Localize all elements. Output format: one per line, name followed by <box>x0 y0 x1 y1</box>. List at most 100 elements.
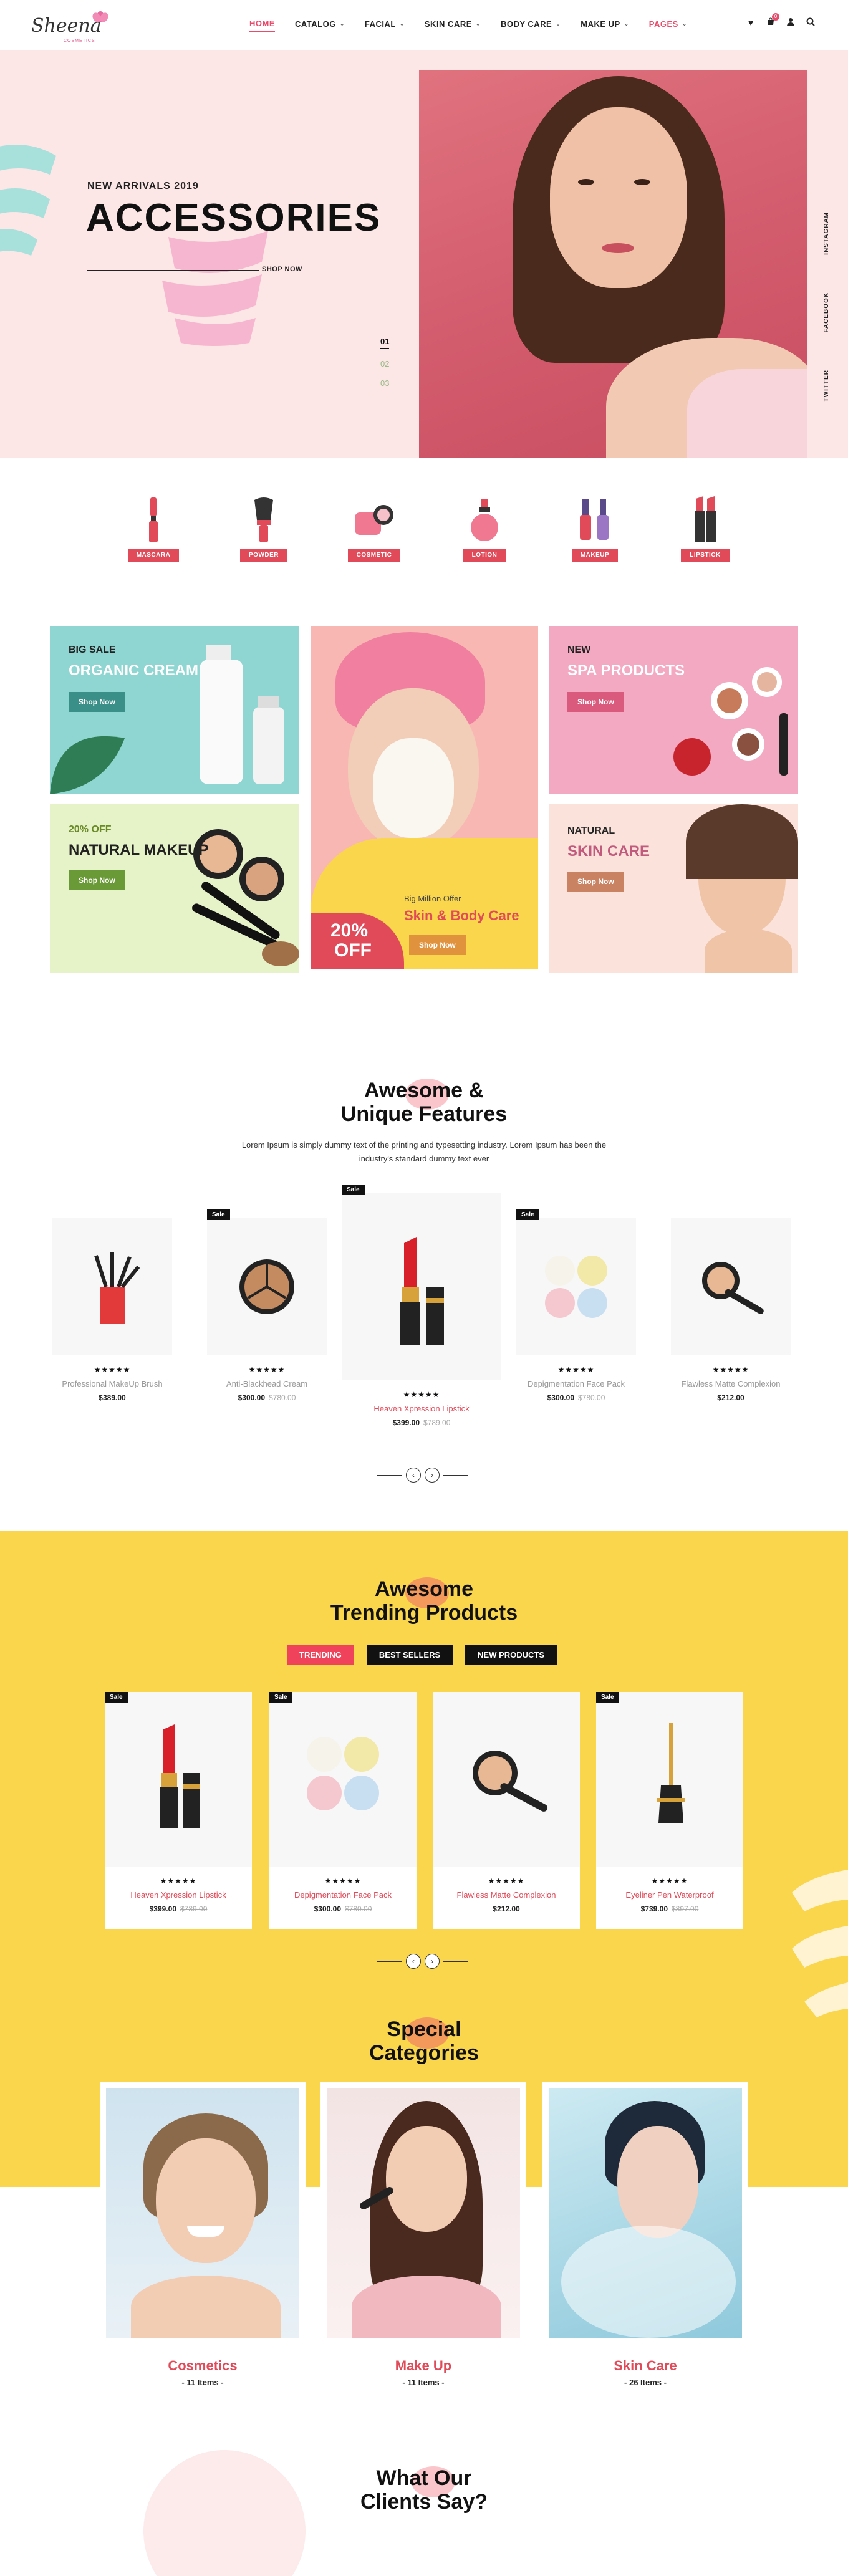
tab-trending[interactable]: TRENDING <box>287 1645 354 1665</box>
current-price: $399.00 <box>392 1418 420 1427</box>
product-name[interactable]: Flawless Matte Complexion <box>433 1890 580 1900</box>
category-image[interactable] <box>542 2082 748 2344</box>
product-image[interactable]: Sale <box>207 1209 327 1355</box>
slide-indicator-3[interactable]: 03 <box>380 378 389 388</box>
product-image[interactable] <box>52 1218 172 1355</box>
shop-now-button[interactable]: Shop Now <box>567 692 624 712</box>
slide-indicator-2[interactable]: 02 <box>380 359 389 368</box>
category-label: COSMETIC <box>347 549 401 562</box>
product-image[interactable]: Sale <box>596 1692 743 1867</box>
banner-spa-products[interactable]: NEW SPA PRODUCTS Shop Now <box>549 626 798 794</box>
banner-natural-makeup[interactable]: 20% OFF NATURAL MAKEUP Shop Now <box>50 804 299 973</box>
category-card-cosmetics[interactable]: Cosmetics - 11 Items - <box>100 2082 306 2387</box>
category-makeup[interactable]: MAKEUP <box>564 495 626 562</box>
banner-subtitle: BIG SALE <box>69 645 116 655</box>
product-name[interactable]: Anti-Blackhead Cream <box>207 1379 327 1388</box>
product-card[interactable]: Sale ★★★★★ Depigmentation Face Pack $300… <box>269 1692 417 1929</box>
banner-title: SKIN CARE <box>567 843 650 860</box>
brand-logo[interactable]: Sheena COSMETICS <box>31 6 112 44</box>
nav-pages[interactable]: PAGES ⌄ <box>649 19 687 32</box>
rating-stars: ★★★★★ <box>557 1365 595 1374</box>
product-card[interactable]: Sale ★★★★★ Eyeliner Pen Waterproof $739.… <box>596 1692 743 1929</box>
nav-catalog[interactable]: CATALOG ⌄ <box>295 19 345 32</box>
search-icon[interactable] <box>806 17 816 27</box>
nav-skin-care-label: SKIN CARE <box>424 19 472 29</box>
discount-percent: 20% <box>330 920 369 941</box>
product-price: $399.00 $789.00 <box>342 1418 501 1427</box>
nav-facial[interactable]: FACIAL ⌄ <box>365 19 405 32</box>
banner-skin-body-care[interactable]: 20% OFF Big Million Offer Skin & Body Ca… <box>311 626 538 969</box>
carousel-controls: ‹ › <box>377 1954 468 1969</box>
product-image[interactable]: Sale <box>342 1185 501 1380</box>
category-cosmetic[interactable]: COSMETIC <box>343 495 405 562</box>
product-name[interactable]: Eyeliner Pen Waterproof <box>596 1890 743 1900</box>
category-card-skin-care[interactable]: Skin Care - 26 Items - <box>542 2082 748 2387</box>
product-price: $300.00 $780.00 <box>516 1393 636 1402</box>
product-card[interactable]: Sale ★★★★★ Anti-Blackhead Cream $300.00 $… <box>207 1209 327 1402</box>
product-image[interactable]: Sale <box>516 1209 636 1355</box>
nav-home[interactable]: HOME <box>249 19 275 32</box>
nav-make-up[interactable]: MAKE UP ⌄ <box>581 19 629 32</box>
lipstick-icon <box>680 495 730 545</box>
category-name[interactable]: Skin Care <box>542 2358 748 2374</box>
product-card-featured[interactable]: Sale ★★★★★ Heaven Xpression Lipstick $39… <box>342 1185 501 1427</box>
hero-shop-now-link[interactable]: SHOP NOW <box>262 266 302 273</box>
decorative-brushstroke <box>162 231 268 346</box>
nav-body-care[interactable]: BODY CARE ⌄ <box>501 19 561 32</box>
user-icon[interactable] <box>786 17 796 27</box>
product-name[interactable]: Heaven Xpression Lipstick <box>105 1890 252 1900</box>
tab-new-products[interactable]: NEW PRODUCTS <box>465 1645 557 1665</box>
category-card-make-up[interactable]: Make Up - 11 Items - <box>320 2082 526 2387</box>
product-image[interactable]: Sale <box>269 1692 417 1867</box>
product-card[interactable]: ★★★★★ Flawless Matte Complexion $212.00 <box>433 1692 580 1929</box>
category-image[interactable] <box>320 2082 526 2344</box>
shop-now-button[interactable]: Shop Now <box>409 935 466 955</box>
chevron-left-icon[interactable]: ‹ <box>406 1954 421 1969</box>
category-mascara[interactable]: MASCARA <box>122 495 185 562</box>
banner-organic-cream[interactable]: BIG SALE ORGANIC CREAM Shop Now <box>50 626 299 794</box>
product-image[interactable] <box>671 1218 791 1355</box>
product-name[interactable]: Flawless Matte Complexion <box>671 1379 791 1388</box>
category-lipstick[interactable]: LIPSTICK <box>674 495 736 562</box>
instagram-link[interactable]: INSTAGRAM <box>823 212 830 255</box>
product-name[interactable]: Depigmentation Face Pack <box>516 1379 636 1388</box>
chevron-down-icon: ⌄ <box>339 21 345 27</box>
rating-stars: ★★★★★ <box>712 1365 749 1374</box>
product-card[interactable]: ★★★★★ Flawless Matte Complexion $212.00 <box>671 1218 791 1402</box>
category-lotion[interactable]: LOTION <box>453 495 516 562</box>
rating-stars: ★★★★★ <box>248 1365 286 1374</box>
category-powder[interactable]: POWDER <box>233 495 295 562</box>
product-card[interactable]: Sale ★★★★★ Heaven Xpression Lipstick $39… <box>105 1692 252 1929</box>
product-name[interactable]: Depigmentation Face Pack <box>269 1890 417 1900</box>
tab-best-sellers[interactable]: BEST SELLERS <box>366 1645 453 1665</box>
heart-icon[interactable]: ♥ <box>746 17 756 27</box>
product-image[interactable]: Sale <box>105 1692 252 1867</box>
chevron-right-icon[interactable]: › <box>425 1954 440 1969</box>
shop-now-button[interactable]: Shop Now <box>69 692 125 712</box>
offer-text: Big Million Offer <box>404 894 461 903</box>
site-header: Sheena COSMETICS HOME CATALOG ⌄ FACIAL ⌄ S… <box>0 0 848 50</box>
chevron-left-icon[interactable]: ‹ <box>406 1468 421 1483</box>
twitter-link[interactable]: TWITTER <box>823 370 830 401</box>
slide-indicator-1[interactable]: 01 <box>380 337 390 349</box>
category-name[interactable]: Cosmetics <box>100 2358 306 2374</box>
category-name[interactable]: Make Up <box>320 2358 526 2374</box>
product-name[interactable]: Heaven Xpression Lipstick <box>342 1404 501 1413</box>
product-card[interactable]: ★★★★★ Professional MakeUp Brush $389.00 <box>52 1218 172 1402</box>
chevron-right-icon[interactable]: › <box>425 1468 440 1483</box>
category-image[interactable] <box>100 2082 306 2344</box>
nav-skin-care[interactable]: SKIN CARE ⌄ <box>425 19 481 32</box>
shop-now-button[interactable]: Shop Now <box>567 872 624 892</box>
product-image[interactable] <box>433 1692 580 1867</box>
old-price: $780.00 <box>269 1393 296 1402</box>
facebook-link[interactable]: FACEBOOK <box>823 292 830 333</box>
cart-icon[interactable]: 0 <box>766 13 779 27</box>
hero-divider <box>87 270 259 271</box>
product-name[interactable]: Professional MakeUp Brush <box>52 1379 172 1388</box>
shop-now-button[interactable]: Shop Now <box>69 870 125 890</box>
hero-title: ACCESSORIES <box>86 196 382 239</box>
hero-model-image <box>419 70 807 458</box>
trending-title-line1: Awesome <box>374 1577 474 1601</box>
banner-skin-care[interactable]: NATURAL SKIN CARE Shop Now <box>549 804 798 973</box>
product-card[interactable]: Sale ★★★★★ Depigmentation Face Pack $300… <box>516 1209 636 1402</box>
